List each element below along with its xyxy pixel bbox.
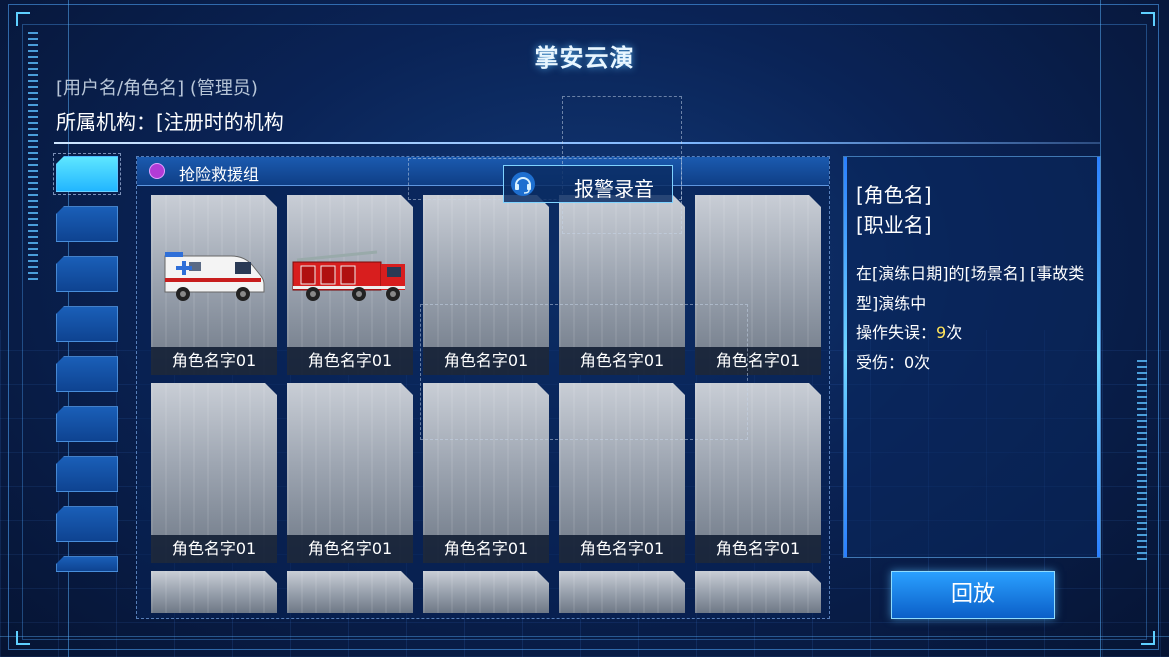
- replay-button[interactable]: 回放: [891, 571, 1055, 619]
- frame-line: [0, 636, 1169, 637]
- role-card-name: 角色名字01: [151, 535, 277, 563]
- role-name: [角色名]: [856, 183, 932, 207]
- role-card[interactable]: 角色名字01: [151, 383, 277, 563]
- group-tab-list: [53, 153, 121, 586]
- ambulance-icon: [161, 250, 267, 302]
- role-card[interactable]: 角色名字01: [287, 383, 413, 563]
- group-tab-8[interactable]: [56, 506, 118, 542]
- group-tab-1[interactable]: [56, 156, 118, 192]
- corner-mark: [1141, 631, 1155, 645]
- injury-line: 受伤：0次: [856, 353, 931, 372]
- role-card[interactable]: [287, 571, 413, 613]
- group-tab-9[interactable]: [56, 556, 118, 572]
- group-color-dot: [149, 163, 165, 179]
- error-prefix: 操作失误：: [856, 323, 937, 342]
- organization-line: 所属机构：[注册时的机构: [56, 110, 284, 134]
- role-card[interactable]: 角色名字01: [151, 195, 277, 375]
- frame-ticks: [1137, 360, 1147, 560]
- role-card[interactable]: 角色名字01: [287, 195, 413, 375]
- group-tab-3[interactable]: [56, 256, 118, 292]
- role-card[interactable]: [695, 571, 821, 613]
- role-card-name: 角色名字01: [559, 535, 685, 563]
- alarm-recording-label: 报警录音: [574, 177, 654, 201]
- headset-icon: [511, 172, 535, 196]
- fire-truck-icon: [289, 250, 411, 302]
- corner-mark: [16, 631, 30, 645]
- group-label: 抢险救援组: [179, 165, 260, 184]
- role-card[interactable]: [559, 571, 685, 613]
- alarm-recording-button[interactable]: 报警录音: [503, 165, 673, 203]
- group-tab-6[interactable]: [56, 406, 118, 442]
- role-card[interactable]: [151, 571, 277, 613]
- drill-description: 在[演练日期]的[场景名] [事故类型]演练中: [856, 264, 1085, 313]
- operation-error-line: 操作失误：9次: [856, 319, 962, 343]
- app-title: 掌安云演: [534, 44, 635, 72]
- corner-mark: [1141, 12, 1155, 26]
- user-name-line: [用户名/角色名] (管理员): [56, 78, 258, 99]
- error-suffix: 次: [946, 323, 963, 342]
- group-tab-2[interactable]: [56, 206, 118, 242]
- role-card-name: 角色名字01: [423, 535, 549, 563]
- role-card-name: 角色名字01: [287, 347, 413, 375]
- panel-edge-glow: [844, 157, 847, 557]
- role-card-name: 角色名字01: [151, 347, 277, 375]
- role-info-panel: [角色名] [职业名] 在[演练日期]的[场景名] [事故类型]演练中 操作失误…: [843, 156, 1101, 558]
- job-name: [职业名]: [856, 213, 932, 237]
- corner-mark: [16, 12, 30, 26]
- role-card-name: 角色名字01: [695, 535, 821, 563]
- role-card[interactable]: [423, 571, 549, 613]
- placeholder-outline: [420, 304, 748, 440]
- error-count: 9: [936, 323, 947, 342]
- role-card-name: 角色名字01: [287, 535, 413, 563]
- group-tab-5[interactable]: [56, 356, 118, 392]
- group-tab-4[interactable]: [56, 306, 118, 342]
- panel-edge-glow: [1097, 157, 1100, 557]
- group-tab-7[interactable]: [56, 456, 118, 492]
